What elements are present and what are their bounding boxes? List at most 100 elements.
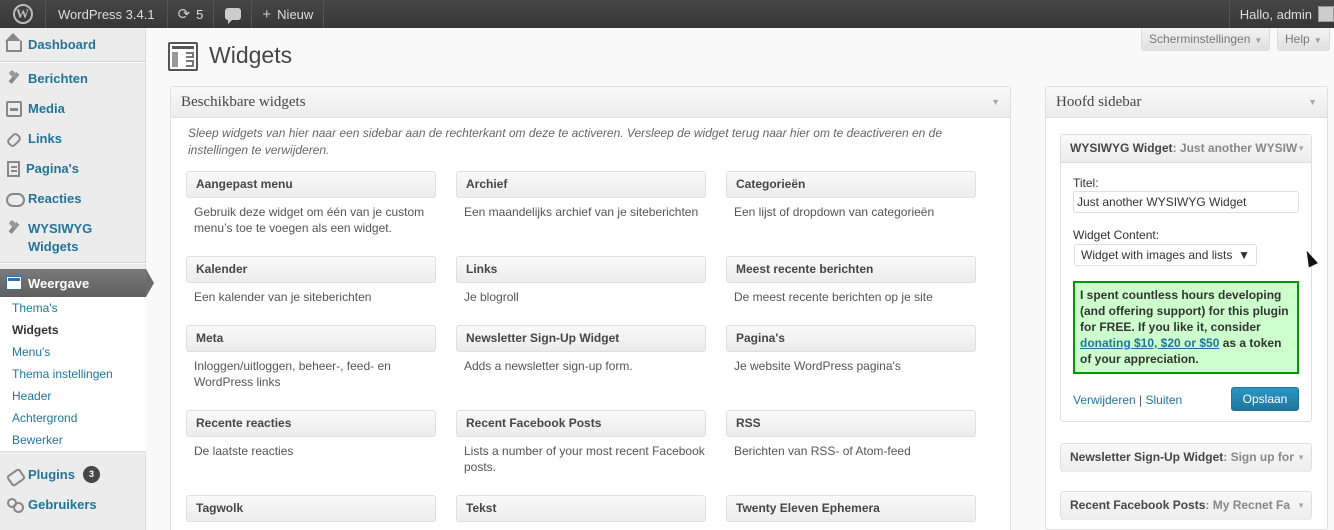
widget-description: Je website WordPress pagina's xyxy=(734,359,901,373)
notice-text-pre: I spent countless hours developing (and … xyxy=(1080,288,1289,334)
widget-item[interactable]: Meta Inloggen/uitloggen, beheer-, feed- … xyxy=(186,325,436,390)
widget-item[interactable]: Newsletter Sign-Up Widget Adds a newslet… xyxy=(456,325,706,374)
open-widget-name: WYSIWYG Widget xyxy=(1070,141,1173,155)
widget-description: Lists a number of your most recent Faceb… xyxy=(464,444,705,474)
toggle-arrow-icon[interactable]: ▼ xyxy=(991,97,1000,107)
delete-link[interactable]: Verwijderen xyxy=(1073,393,1136,407)
widget-item[interactable]: Tagwolk xyxy=(186,495,436,522)
open-widget-subtitle: : Just another WYSIW xyxy=(1172,141,1298,155)
plugins-update-count: 3 xyxy=(82,466,100,483)
widget-title: Tekst xyxy=(456,495,706,522)
widget-title: Kalender xyxy=(186,256,436,283)
toggle-arrow-icon[interactable]: ▼ xyxy=(1297,444,1305,472)
widget-title: Recente reacties xyxy=(186,410,436,437)
users-icon xyxy=(6,497,24,513)
toggle-arrow-icon[interactable]: ▼ xyxy=(1297,135,1305,162)
new-content-label: Nieuw xyxy=(277,6,314,22)
widget-content-select[interactable]: Widget with images and lists ▼ xyxy=(1074,244,1257,266)
help-button[interactable]: Help ▼ xyxy=(1277,28,1330,51)
widget-item[interactable]: Tekst xyxy=(456,495,706,522)
new-content-button[interactable]: + Nieuw xyxy=(252,0,325,28)
widget-item[interactable]: RSS Berichten van RSS- of Atom-feed xyxy=(726,410,976,459)
house-icon xyxy=(5,33,22,52)
widget-actions: Verwijderen | Sluiten xyxy=(1073,393,1182,407)
widget-item[interactable]: Pagina's Je website WordPress pagina's xyxy=(726,325,976,374)
menu-item-wysiwyg-widgets[interactable]: WYSIWYG Widgets xyxy=(0,220,146,256)
submenu-item-background[interactable]: Achtergrond xyxy=(0,407,146,429)
widget-item[interactable]: Recent Facebook Posts Lists a number of … xyxy=(456,410,706,475)
menu-item-posts[interactable]: Berichten xyxy=(0,70,146,88)
sidebar-widget-newsletter[interactable]: Newsletter Sign-Up Widget: Sign up for ▼ xyxy=(1060,443,1312,472)
title-input[interactable]: Just another WYSIWYG Widget xyxy=(1073,191,1299,213)
title-field-label: Titel: xyxy=(1073,176,1099,190)
widget-title: Newsletter Sign-Up Widget xyxy=(456,325,706,352)
site-name-link[interactable]: WordPress 3.4.1 xyxy=(46,0,168,28)
menu-label-wysiwyg-line1: WYSIWYG xyxy=(28,221,93,236)
screen-options-button[interactable]: Scherminstellingen ▼ xyxy=(1141,28,1271,51)
comment-icon xyxy=(6,191,25,207)
my-account-button[interactable]: Hallo, admin xyxy=(1228,0,1334,28)
menu-item-links[interactable]: Links xyxy=(0,130,146,148)
menu-item-appearance[interactable]: Weergave xyxy=(0,269,154,297)
submenu-item-menus[interactable]: Menu's xyxy=(0,341,146,363)
menu-separator xyxy=(0,262,146,264)
menu-item-pages[interactable]: Pagina's xyxy=(0,160,146,178)
main-sidebar-header[interactable]: Hoofd sidebar ▼ xyxy=(1046,87,1327,118)
widget-item[interactable]: Kalender Een kalender van je sitebericht… xyxy=(186,256,436,305)
sidebar-widget-subtitle: : My Recnet Fa xyxy=(1205,498,1291,512)
link-icon xyxy=(6,131,22,147)
open-widget-header[interactable]: WYSIWYG Widget: Just another WYSIW ▼ xyxy=(1061,135,1311,163)
submenu-item-themes[interactable]: Thema's xyxy=(0,297,146,319)
sidebar-widget-header: Recent Facebook Posts: My Recnet Fa ▼ xyxy=(1061,492,1311,520)
widget-description: De meest recente berichten op je site xyxy=(734,290,933,304)
widget-content-selected: Widget with images and lists xyxy=(1081,248,1233,262)
submenu-item-widgets[interactable]: Widgets xyxy=(0,319,146,341)
menu-item-dashboard[interactable]: Dashboard xyxy=(0,33,146,54)
updates-button[interactable]: ⟳ 5 xyxy=(168,0,215,28)
media-icon xyxy=(6,101,22,117)
widget-description: Inloggen/uitloggen, beheer-, feed- en Wo… xyxy=(194,359,391,389)
widget-description: Je blogroll xyxy=(464,290,519,304)
widget-item[interactable]: Twenty Eleven Ephemera xyxy=(726,495,976,522)
widget-title: Archief xyxy=(456,171,706,198)
menu-item-users[interactable]: Gebruikers xyxy=(0,496,146,514)
avatar xyxy=(1318,6,1334,22)
menu-item-comments[interactable]: Reacties xyxy=(0,190,146,208)
donate-link[interactable]: donating $10, $20 or $50 xyxy=(1080,336,1219,350)
menu-label-posts: Berichten xyxy=(28,71,88,86)
comments-button[interactable] xyxy=(214,0,253,28)
widget-item[interactable]: Meest recente berichten De meest recente… xyxy=(726,256,976,305)
submenu-item-theme-options[interactable]: Thema instellingen xyxy=(0,363,146,385)
greeting-label: Hallo, admin xyxy=(1239,6,1312,22)
menu-item-media[interactable]: Media xyxy=(0,100,146,118)
widget-description: Een maandelijks archief van je siteberic… xyxy=(464,205,699,219)
plus-icon: + xyxy=(262,5,272,23)
widget-title: Categorieën xyxy=(726,171,976,198)
pushpin-icon xyxy=(6,71,22,87)
menu-label-wysiwyg-widgets: WYSIWYG Widgets xyxy=(28,220,92,256)
widget-description: Adds a newsletter sign-up form. xyxy=(464,359,633,373)
appearance-submenu: Thema's Widgets Menu's Thema instellinge… xyxy=(0,297,146,452)
menu-label-pages: Pagina's xyxy=(26,161,79,176)
save-button[interactable]: Opslaan xyxy=(1231,387,1299,411)
toggle-arrow-icon[interactable]: ▼ xyxy=(1297,492,1305,520)
toggle-arrow-icon[interactable]: ▼ xyxy=(1308,97,1317,107)
chevron-down-icon: ▼ xyxy=(1254,36,1263,45)
widget-item[interactable]: Categorieën Een lijst of dropdown van ca… xyxy=(726,171,976,220)
submenu-item-editor[interactable]: Bewerker xyxy=(0,429,146,451)
sidebar-widget-facebook[interactable]: Recent Facebook Posts: My Recnet Fa ▼ xyxy=(1060,491,1312,520)
wordpress-logo-icon: W xyxy=(12,4,33,24)
widget-item[interactable]: Aangepast menu Gebruik deze widget om éé… xyxy=(186,171,436,236)
actions-separator: | xyxy=(1139,393,1143,407)
menu-label-comments: Reacties xyxy=(28,191,82,206)
widget-item[interactable]: Recente reacties De laatste reacties xyxy=(186,410,436,459)
menu-item-plugins[interactable]: Plugins 3 xyxy=(0,466,146,484)
main-sidebar-title: Hoofd sidebar xyxy=(1056,93,1142,110)
available-widgets-header[interactable]: Beschikbare widgets ▼ xyxy=(171,87,1010,118)
widget-item[interactable]: Archief Een maandelijks archief van je s… xyxy=(456,171,706,220)
submenu-item-header[interactable]: Header xyxy=(0,385,146,407)
wordpress-logo-button[interactable]: W xyxy=(0,0,46,28)
close-link[interactable]: Sluiten xyxy=(1146,393,1183,407)
menu-label-plugins: Plugins xyxy=(28,467,75,482)
widget-item[interactable]: Links Je blogroll xyxy=(456,256,706,305)
